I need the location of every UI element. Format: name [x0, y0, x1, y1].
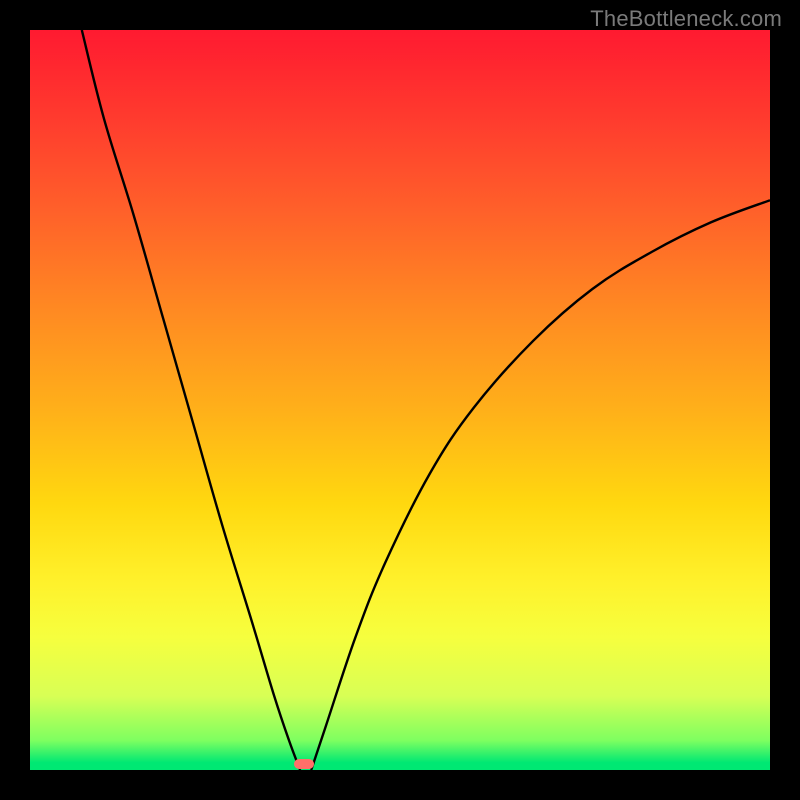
- curve-right-branch: [311, 200, 770, 770]
- plot-area: [30, 30, 770, 770]
- min-marker: [294, 759, 314, 769]
- curve-left-branch: [82, 30, 300, 770]
- chart-frame: TheBottleneck.com: [0, 0, 800, 800]
- watermark-text: TheBottleneck.com: [590, 6, 782, 32]
- curve-svg: [30, 30, 770, 770]
